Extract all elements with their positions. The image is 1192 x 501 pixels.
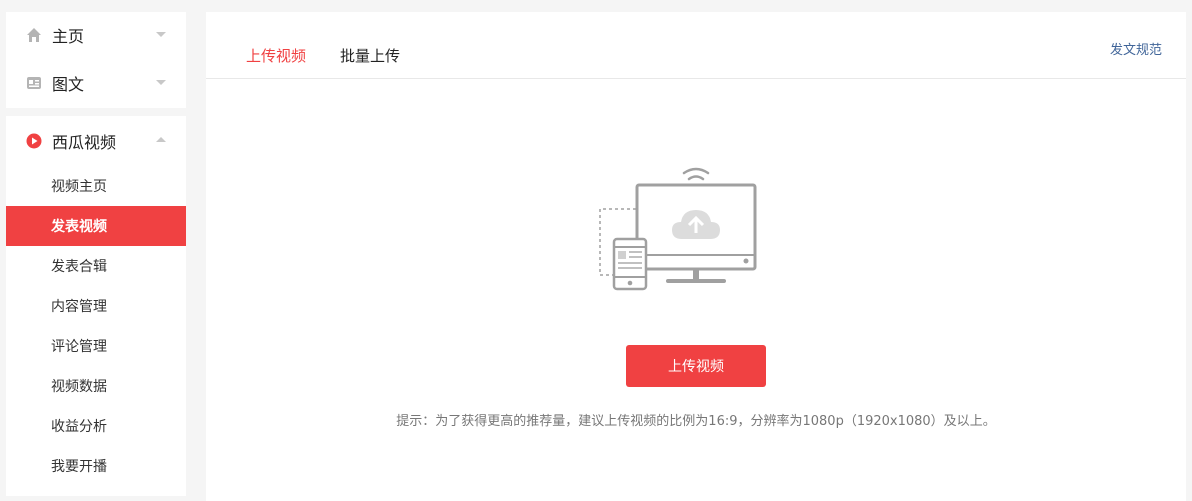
sidebar-item-xigua-video[interactable]: 西瓜视频 (6, 121, 186, 161)
upload-hint-text: 提示：为了获得更高的推荐量，建议上传视频的比例为16:9，分辨率为1080p（1… (396, 414, 996, 429)
xigua-video-icon (26, 133, 42, 149)
sidebar-item-label: 内容管理 (51, 299, 107, 315)
sidebar-item-label: 图文 (52, 75, 85, 94)
sidebar-item-content-management[interactable]: 内容管理 (6, 286, 186, 326)
sidebar-item-home[interactable]: 主页 (6, 15, 186, 55)
sidebar-item-label: 发表合辑 (51, 259, 107, 275)
sidebar-item-label: 发表视频 (51, 219, 107, 235)
sidebar-item-label: 我要开播 (51, 459, 107, 475)
sidebar-top-group: 主页 图文 (6, 12, 186, 108)
sidebar-item-publish-video[interactable]: 发表视频 (6, 206, 186, 246)
tab-upload-video[interactable]: 上传视频 (246, 45, 306, 66)
article-icon (27, 77, 41, 89)
sidebar-item-start-live[interactable]: 我要开播 (6, 446, 186, 486)
tab-bar: 上传视频 批量上传 发文规范 (206, 12, 1186, 79)
upload-illustration-icon (599, 167, 757, 291)
sidebar-item-label: 西瓜视频 (52, 133, 117, 152)
sidebar-item-article[interactable]: 图文 (6, 63, 186, 103)
chevron-down-icon (156, 32, 166, 37)
sidebar-item-label: 收益分析 (51, 419, 107, 435)
sidebar-item-label: 视频数据 (51, 379, 107, 395)
sidebar-video-group: 西瓜视频 视频主页 发表视频 发表合辑 内容管理 评论管理 视频数据 收益分析 … (6, 116, 186, 496)
sidebar-item-comment-management[interactable]: 评论管理 (6, 326, 186, 366)
sidebar-item-label: 评论管理 (51, 339, 107, 355)
sidebar-item-label: 视频主页 (51, 179, 107, 195)
main-panel: 上传视频 批量上传 发文规范 上传视频 提示：为了获得更高的推荐量，建议上传视频… (206, 12, 1186, 501)
sidebar-item-label: 主页 (52, 27, 85, 46)
sidebar-item-video-home[interactable]: 视频主页 (6, 166, 186, 206)
sidebar-item-video-data[interactable]: 视频数据 (6, 366, 186, 406)
publishing-rules-link[interactable]: 发文规范 (1110, 39, 1162, 58)
chevron-up-icon (156, 137, 166, 142)
upload-video-button[interactable]: 上传视频 (626, 345, 766, 387)
tab-batch-upload[interactable]: 批量上传 (340, 45, 400, 66)
sidebar-item-publish-collection[interactable]: 发表合辑 (6, 246, 186, 286)
home-icon (27, 28, 41, 42)
sidebar-item-revenue-analysis[interactable]: 收益分析 (6, 406, 186, 446)
chevron-down-icon (156, 80, 166, 85)
